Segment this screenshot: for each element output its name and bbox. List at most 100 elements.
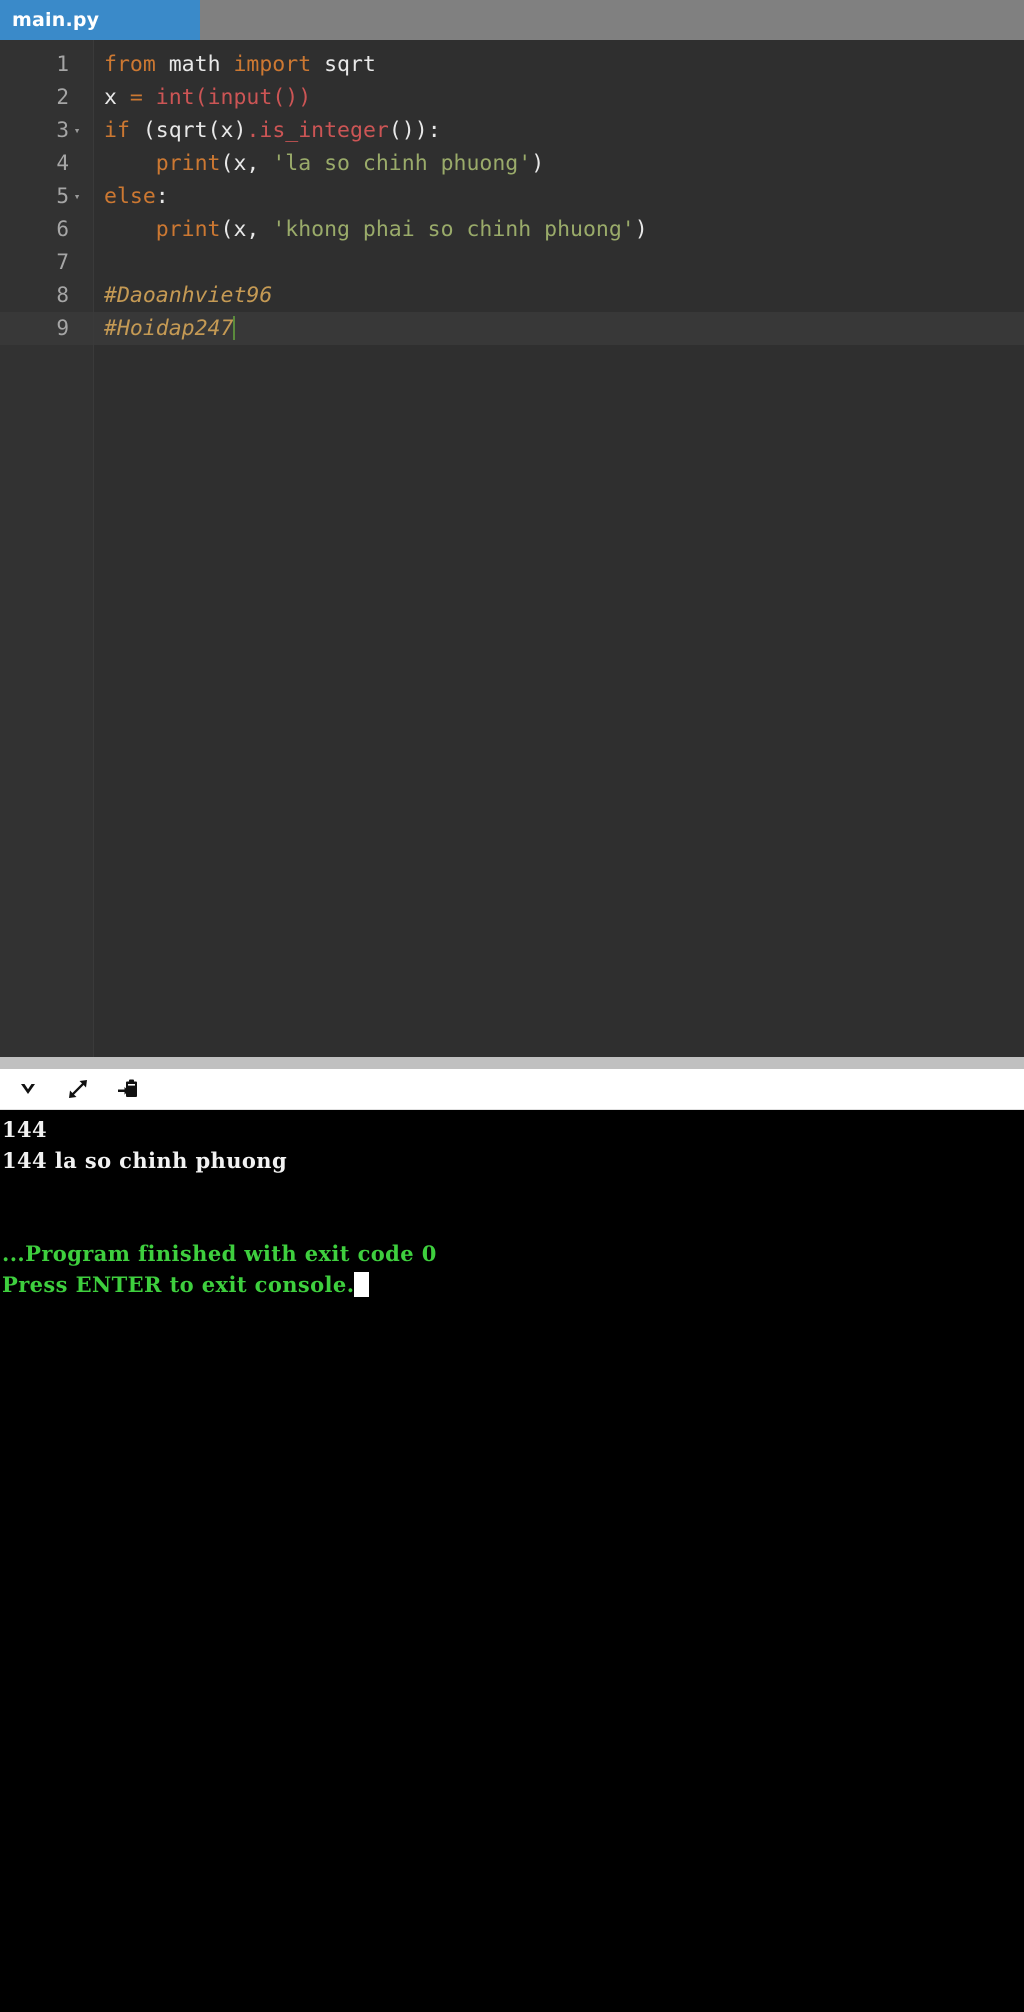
code-token: if [104, 118, 130, 143]
text-caret [233, 316, 236, 340]
console-line-text: 144 la so chinh phuong [2, 1148, 288, 1173]
tab-bar-empty-area [200, 0, 1024, 40]
code-token: input [207, 85, 273, 110]
code-token: ( [220, 217, 234, 242]
line-number-label: 2 [56, 85, 69, 109]
fold-toggle-icon[interactable]: ▾ [69, 114, 85, 147]
code-token: #Daoanhviet96 [104, 283, 273, 308]
console-line-3 [2, 1207, 1024, 1238]
line-number-label: 5 [56, 184, 69, 208]
console-line-text: Press ENTER to exit console. [2, 1272, 355, 1297]
console-line-text: ...Program finished with exit code 0 [2, 1241, 437, 1266]
line-number-4: 4 [0, 147, 93, 180]
code-area[interactable]: from math import sqrt x = int(input()) if … [94, 40, 1024, 1057]
line-number-label: 6 [56, 217, 69, 241]
code-token: x [233, 151, 247, 176]
console-line-4: ...Program finished with exit code 0 [2, 1238, 1024, 1269]
line-number-6: 6 [0, 213, 93, 246]
code-token: 'khong phai so chinh phuong' [272, 217, 635, 242]
code-token: = [129, 85, 156, 110]
line-number-label: 8 [56, 283, 69, 307]
code-editor[interactable]: 1 2 3 ▾ 4 5 ▾ 6 7 8 9 from math import sqrt x = int… [0, 40, 1024, 1057]
console-splitter[interactable] [0, 1057, 1024, 1069]
console-toolbar [0, 1069, 1024, 1110]
paste-clipboard-icon[interactable] [114, 1075, 142, 1103]
code-token: ( [207, 118, 221, 143]
code-token: ) [634, 217, 648, 242]
chevron-down-icon[interactable] [14, 1075, 42, 1103]
code-token: ( [194, 85, 208, 110]
console-block-cursor [354, 1272, 370, 1297]
tab-main-py[interactable]: main.py [0, 0, 200, 40]
code-token: ( [220, 151, 234, 176]
code-token: sqrt [155, 118, 208, 143]
code-token: : [155, 184, 169, 209]
code-token: print [155, 217, 221, 242]
code-line-5[interactable]: else: [94, 180, 1024, 213]
line-number-1: 1 [0, 48, 93, 81]
code-line-7[interactable] [94, 246, 1024, 279]
code-token: : [427, 118, 441, 143]
code-token: math [168, 52, 221, 77]
console-line-5: Press ENTER to exit console. [2, 1269, 1024, 1300]
code-token: is_integer [259, 118, 389, 143]
code-token: () [272, 85, 299, 110]
code-token: x [220, 118, 234, 143]
code-token: from [104, 52, 156, 77]
code-token: ) [531, 151, 545, 176]
code-token: 'la so chinh phuong' [272, 151, 532, 176]
code-line-2[interactable]: x = int(input()) [94, 81, 1024, 114]
console-line-0: 144 [2, 1114, 1024, 1145]
line-number-label: 4 [56, 151, 69, 175]
line-number-label: 7 [56, 250, 69, 274]
line-number-gutter: 1 2 3 ▾ 4 5 ▾ 6 7 8 9 [0, 40, 94, 1057]
line-number-9: 9 [0, 312, 93, 345]
code-line-1[interactable]: from math import sqrt [94, 48, 1024, 81]
line-number-label: 1 [56, 52, 69, 76]
line-number-2: 2 [0, 81, 93, 114]
code-line-3[interactable]: if (sqrt(x).is_integer()): [94, 114, 1024, 147]
line-number-label: 3 [56, 118, 69, 142]
fold-toggle-icon[interactable]: ▾ [69, 180, 85, 213]
line-number-7: 7 [0, 246, 93, 279]
expand-arrows-icon[interactable] [64, 1075, 92, 1103]
code-token: () [388, 118, 415, 143]
code-token: ) [414, 118, 428, 143]
console-line-text: 144 [2, 1117, 48, 1142]
ide-window: main.py 1 2 3 ▾ 4 5 ▾ 6 7 8 9 from math import sqr… [0, 0, 1024, 2012]
program-console[interactable]: 144 144 la so chinh phuong ...Program fin… [0, 1110, 1024, 2012]
line-number-8: 8 [0, 279, 93, 312]
code-token: int [155, 85, 195, 110]
line-number-3: 3 ▾ [0, 114, 93, 147]
tab-label: main.py [12, 9, 100, 31]
code-token: sqrt [324, 52, 376, 77]
console-line-text [2, 1210, 10, 1235]
code-line-9[interactable]: #Hoidap247 [94, 312, 1024, 345]
editor-tab-bar: main.py [0, 0, 1024, 40]
code-token: , [246, 151, 273, 176]
code-token: else [104, 184, 156, 209]
line-number-5: 5 ▾ [0, 180, 93, 213]
code-line-4[interactable]: print(x, 'la so chinh phuong') [94, 147, 1024, 180]
code-token: x [104, 85, 130, 110]
code-token: . [246, 118, 260, 143]
code-token: #Hoidap247 [104, 316, 234, 341]
code-token: print [155, 151, 221, 176]
code-token: x [233, 217, 247, 242]
code-token: ) [233, 118, 247, 143]
code-line-6[interactable]: print(x, 'khong phai so chinh phuong') [94, 213, 1024, 246]
console-line-1: 144 la so chinh phuong [2, 1145, 1024, 1176]
code-line-8[interactable]: #Daoanhviet96 [94, 279, 1024, 312]
console-line-2 [2, 1176, 1024, 1207]
console-line-text [2, 1179, 10, 1204]
code-token: ) [298, 85, 312, 110]
code-token: , [246, 217, 273, 242]
line-number-label: 9 [56, 316, 69, 340]
code-token: import [233, 52, 312, 77]
